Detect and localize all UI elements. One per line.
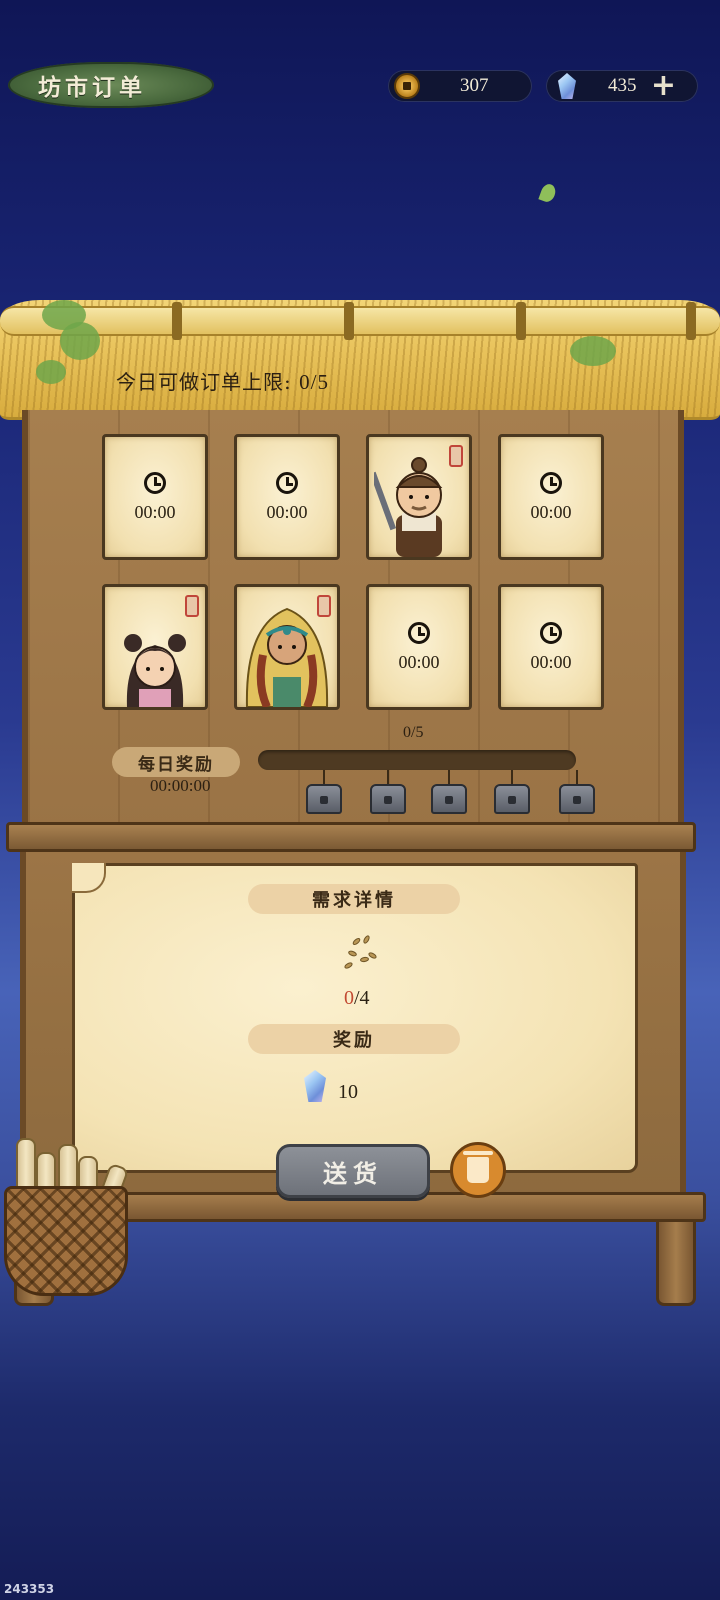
roof-tie	[172, 302, 182, 340]
reward-chest-1-icon[interactable]	[306, 784, 342, 814]
vine-leaves-icon	[570, 336, 616, 366]
clock-icon	[540, 471, 562, 494]
clock-icon	[408, 621, 430, 644]
discard-order-button[interactable]	[450, 1142, 506, 1198]
order-slot-2[interactable]: 00:00	[234, 434, 340, 560]
veiled-woman-portrait	[245, 607, 329, 707]
daily-limit-label: 今日可做订单上限:	[116, 370, 292, 394]
page-title: 坊市订单	[38, 74, 146, 101]
gem-counter: 435 +	[546, 70, 698, 102]
falling-leaf-icon	[538, 182, 558, 204]
roof-band	[0, 306, 720, 336]
seal-icon	[185, 595, 199, 617]
roof-tie	[516, 302, 526, 340]
chest-string	[387, 770, 389, 784]
reward-chest-3-icon[interactable]	[431, 784, 467, 814]
page-title-banner: 坊市订单	[8, 62, 214, 108]
daily-order-limit: 今日可做订单上限: 0/5	[116, 366, 329, 395]
deliver-button[interactable]: 送货	[276, 1144, 430, 1198]
scroll-basket-icon[interactable]	[4, 1186, 128, 1296]
order-slot-4[interactable]: 00:00	[498, 434, 604, 560]
coin-amount: 307	[460, 75, 489, 96]
vine-leaves-icon	[36, 360, 66, 384]
daily-reward-label: 每日奖励	[112, 747, 240, 777]
requirement-need: /4	[354, 987, 370, 1009]
slot-timer: 00:00	[530, 651, 572, 672]
booth-shelf	[6, 822, 696, 852]
chest-string	[576, 770, 578, 784]
daily-progress-count: 0/5	[403, 724, 424, 741]
requirement-heading: 需求详情	[248, 884, 460, 914]
gem-amount: 435	[608, 75, 637, 96]
daily-progress-bar	[258, 750, 576, 770]
roof-tie	[344, 302, 354, 340]
order-slot-5[interactable]	[102, 584, 208, 710]
add-gems-button[interactable]: +	[649, 71, 679, 101]
daily-reward-timer: 00:00:00	[150, 776, 211, 795]
order-slot-8[interactable]: 00:00	[498, 584, 604, 710]
chest-string	[448, 770, 450, 784]
girl-portrait	[124, 634, 186, 707]
coin-icon	[394, 73, 420, 99]
reward-chest-5-icon[interactable]	[559, 784, 595, 814]
requirement-count: 0/4	[344, 987, 370, 1010]
trash-icon	[463, 1151, 493, 1183]
clock-icon	[540, 621, 562, 644]
clock-icon	[276, 471, 298, 494]
requirement-have: 0	[344, 987, 354, 1009]
reward-heading: 奖励	[248, 1024, 460, 1054]
slot-timer: 00:00	[266, 501, 308, 522]
order-slot-7[interactable]: 00:00	[366, 584, 472, 710]
clock-icon	[144, 471, 166, 494]
vine-leaves-icon	[60, 322, 100, 360]
coin-counter: 307	[388, 70, 532, 102]
order-slot-3[interactable]	[366, 434, 472, 560]
slot-timer: 00:00	[398, 651, 440, 672]
old-man-portrait	[374, 457, 443, 557]
chest-string	[323, 770, 325, 784]
seeds-icon	[340, 934, 380, 975]
slot-timer: 00:00	[134, 501, 176, 522]
chest-string	[511, 770, 513, 784]
order-slot-6[interactable]	[234, 584, 340, 710]
gem-icon	[558, 73, 576, 99]
daily-limit-value: 0/5	[299, 370, 329, 394]
reward-chest-2-icon[interactable]	[370, 784, 406, 814]
reward-amount: 10	[338, 1081, 358, 1103]
booth-post	[656, 1216, 696, 1306]
roof-tie	[686, 302, 696, 340]
slot-timer: 00:00	[530, 501, 572, 522]
reward-chest-4-icon[interactable]	[494, 784, 530, 814]
order-slot-1[interactable]: 00:00	[102, 434, 208, 560]
build-id: 243353	[4, 1582, 55, 1596]
